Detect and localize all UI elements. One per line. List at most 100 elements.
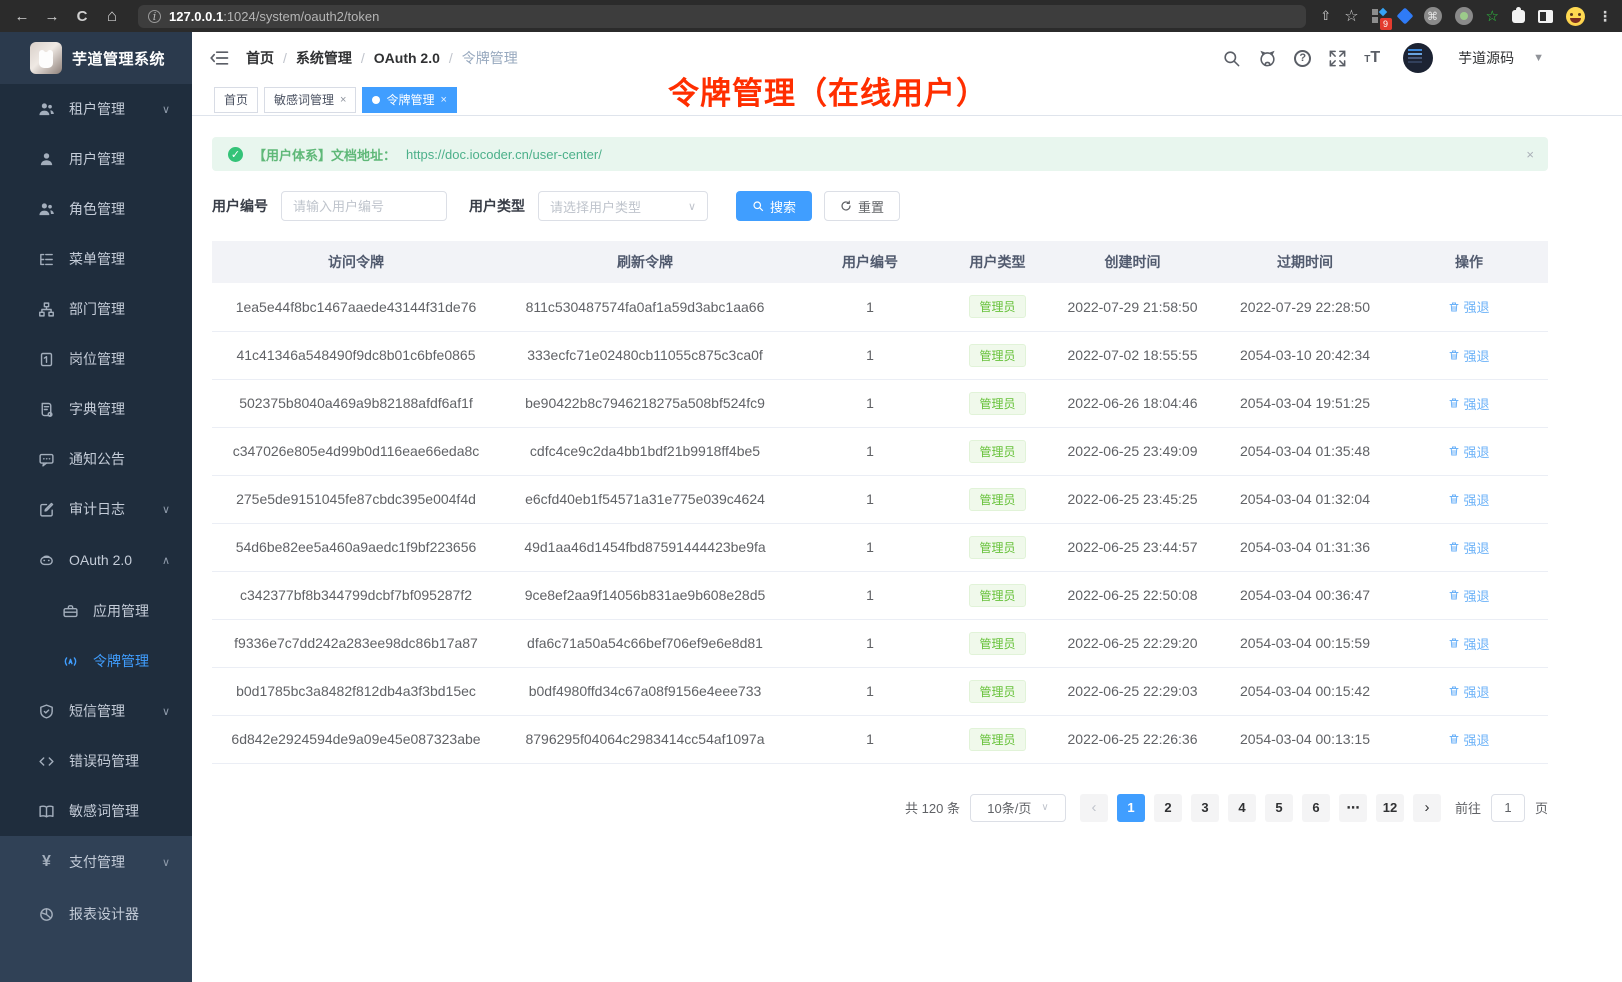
tags-view: 首页 敏感词管理 × 令牌管理 ×	[192, 84, 1622, 116]
breadcrumb-system[interactable]: 系统管理	[296, 48, 352, 68]
reset-button[interactable]: 重置	[824, 191, 900, 221]
breadcrumb-home[interactable]: 首页	[246, 48, 274, 68]
page-button-1[interactable]: 1	[1117, 794, 1145, 822]
sidebar-item-user[interactable]: 用户管理	[0, 134, 192, 184]
tab-token-management[interactable]: 令牌管理 ×	[362, 87, 456, 113]
gem-extension-icon[interactable]	[1396, 8, 1413, 25]
force-logout-button[interactable]: 强退	[1448, 490, 1489, 509]
share-icon[interactable]: ⇧	[1320, 8, 1331, 24]
force-logout-button[interactable]: 强退	[1448, 346, 1489, 365]
page-button-4[interactable]: 4	[1228, 794, 1256, 822]
post-badge-icon	[38, 351, 55, 368]
font-size-icon[interactable]: TT	[1364, 49, 1380, 67]
address-bar[interactable]: i 127.0.0.1:1024/system/oauth2/token	[138, 5, 1306, 28]
sms-shield-icon	[38, 703, 55, 720]
sidebar-item-audit-log[interactable]: 审计日志 ∨	[0, 484, 192, 534]
help-icon[interactable]: ?	[1294, 50, 1311, 67]
sidebar-item-sms[interactable]: 短信管理 ∨	[0, 686, 192, 736]
back-icon[interactable]: ←	[10, 4, 34, 28]
reload-icon[interactable]: C	[70, 4, 94, 28]
search-icon[interactable]	[1222, 49, 1241, 68]
sidebar-item-dict[interactable]: 字典管理	[0, 384, 192, 434]
prev-page-button[interactable]: ‹	[1080, 794, 1108, 822]
sidebar-item-error-code[interactable]: 错误码管理	[0, 736, 192, 786]
sidebar-logo[interactable]: 芋道管理系统	[0, 32, 192, 84]
green-star-extension-icon[interactable]: ☆	[1486, 7, 1499, 25]
sidebar-item-menu[interactable]: 菜单管理	[0, 234, 192, 284]
page-button-3[interactable]: 3	[1191, 794, 1219, 822]
page-button-6[interactable]: 6	[1302, 794, 1330, 822]
fullscreen-icon[interactable]	[1328, 49, 1347, 68]
expires-at-cell: 2054-03-10 20:42:34	[1220, 331, 1390, 379]
close-icon[interactable]: ×	[440, 94, 446, 106]
sidebar-item-label: 岗位管理	[69, 349, 125, 369]
doc-link[interactable]: https://doc.iocoder.cn/user-center/	[406, 147, 602, 162]
chevron-down-icon[interactable]: ▼	[1533, 52, 1544, 64]
home-icon[interactable]: ⌂	[100, 4, 124, 28]
user-type-badge: 管理员	[969, 536, 1025, 559]
tab-home[interactable]: 首页	[214, 87, 258, 113]
action-cell: 强退	[1390, 331, 1548, 379]
total-count: 共 120 条	[905, 798, 960, 817]
sidebar-fold-icon[interactable]	[210, 48, 230, 68]
bookmark-star-icon[interactable]: ☆	[1344, 6, 1358, 26]
puzzle-extension-icon[interactable]	[1512, 10, 1525, 23]
tab-sensitive-words[interactable]: 敏感词管理 ×	[264, 87, 356, 113]
sidebar-item-tenant[interactable]: 租户管理 ∨	[0, 84, 192, 134]
search-button[interactable]: 搜索	[736, 191, 812, 221]
close-icon[interactable]: ×	[340, 94, 346, 106]
sidebar-item-pay[interactable]: ¥ 支付管理 ∨	[0, 836, 192, 888]
more-pages-button[interactable]: ⋯	[1339, 794, 1367, 822]
kebab-menu-icon[interactable]: ⋮	[1598, 8, 1612, 25]
force-logout-label: 强退	[1463, 538, 1489, 557]
page-button-2[interactable]: 2	[1154, 794, 1182, 822]
force-logout-label: 强退	[1463, 442, 1489, 461]
sidebar-item-notice[interactable]: 通知公告	[0, 434, 192, 484]
forward-icon[interactable]: →	[40, 4, 64, 28]
force-logout-button[interactable]: 强退	[1448, 538, 1489, 557]
table-row: 502375b8040a469a9b82188afdf6af1f be90422…	[212, 379, 1548, 427]
site-info-icon[interactable]: i	[148, 10, 161, 23]
force-logout-button[interactable]: 强退	[1448, 297, 1489, 316]
command-extension-icon[interactable]: ⌘	[1424, 7, 1442, 25]
browser-toolbar: ← → C ⌂ i 127.0.0.1:1024/system/oauth2/t…	[0, 0, 1622, 32]
user-id-input[interactable]	[281, 191, 447, 221]
chevron-down-icon: ∨	[1041, 802, 1048, 813]
github-icon[interactable]	[1258, 49, 1277, 68]
avatar[interactable]	[1403, 43, 1433, 73]
profile-emoji-icon[interactable]	[1566, 7, 1585, 26]
username[interactable]: 芋道源码	[1458, 48, 1514, 68]
alert-close-icon[interactable]: ×	[1526, 147, 1534, 162]
expires-at-cell: 2054-03-04 01:31:36	[1220, 523, 1390, 571]
sidebar-item-oauth-app[interactable]: 应用管理	[0, 586, 192, 636]
sidebar-item-label: OAuth 2.0	[69, 552, 132, 568]
next-page-button[interactable]: ›	[1413, 794, 1441, 822]
sidebar-item-oauth-token[interactable]: 令牌管理	[0, 636, 192, 686]
col-actions: 操作	[1390, 241, 1548, 283]
extension-grid-icon[interactable]: 9	[1372, 9, 1386, 23]
sidebar-item-sensitive-words[interactable]: 敏感词管理	[0, 786, 192, 836]
breadcrumb-oauth[interactable]: OAuth 2.0	[374, 50, 440, 66]
force-logout-button[interactable]: 强退	[1448, 730, 1489, 749]
sidebar-item-report-designer[interactable]: 报表设计器	[0, 888, 192, 940]
application-icon	[62, 603, 79, 620]
sidebar-item-label: 支付管理	[69, 852, 125, 872]
force-logout-button[interactable]: 强退	[1448, 394, 1489, 413]
sidebar-item-post[interactable]: 岗位管理	[0, 334, 192, 384]
user-type-select[interactable]: 请选择用户类型 ∨	[538, 191, 708, 221]
side-panel-icon[interactable]	[1538, 10, 1553, 23]
force-logout-button[interactable]: 强退	[1448, 442, 1489, 461]
page-button-5[interactable]: 5	[1265, 794, 1293, 822]
force-logout-button[interactable]: 强退	[1448, 586, 1489, 605]
refresh-token-cell: 9ce8ef2aa9f14056b831ae9b608e28d5	[500, 571, 790, 619]
goto-page-input[interactable]	[1491, 794, 1525, 822]
page-button-12[interactable]: 12	[1376, 794, 1404, 822]
force-logout-button[interactable]: 强退	[1448, 634, 1489, 653]
page-size-select[interactable]: 10条/页 ∨	[970, 794, 1066, 822]
sidebar-item-department[interactable]: 部门管理	[0, 284, 192, 334]
recorder-extension-icon[interactable]	[1455, 7, 1473, 25]
sidebar-item-role[interactable]: 角色管理	[0, 184, 192, 234]
refresh-token-cell: 811c530487574fa0af1a59d3abc1aa66	[500, 283, 790, 331]
sidebar-item-oauth[interactable]: OAuth 2.0 ∧	[0, 534, 192, 586]
force-logout-button[interactable]: 强退	[1448, 682, 1489, 701]
